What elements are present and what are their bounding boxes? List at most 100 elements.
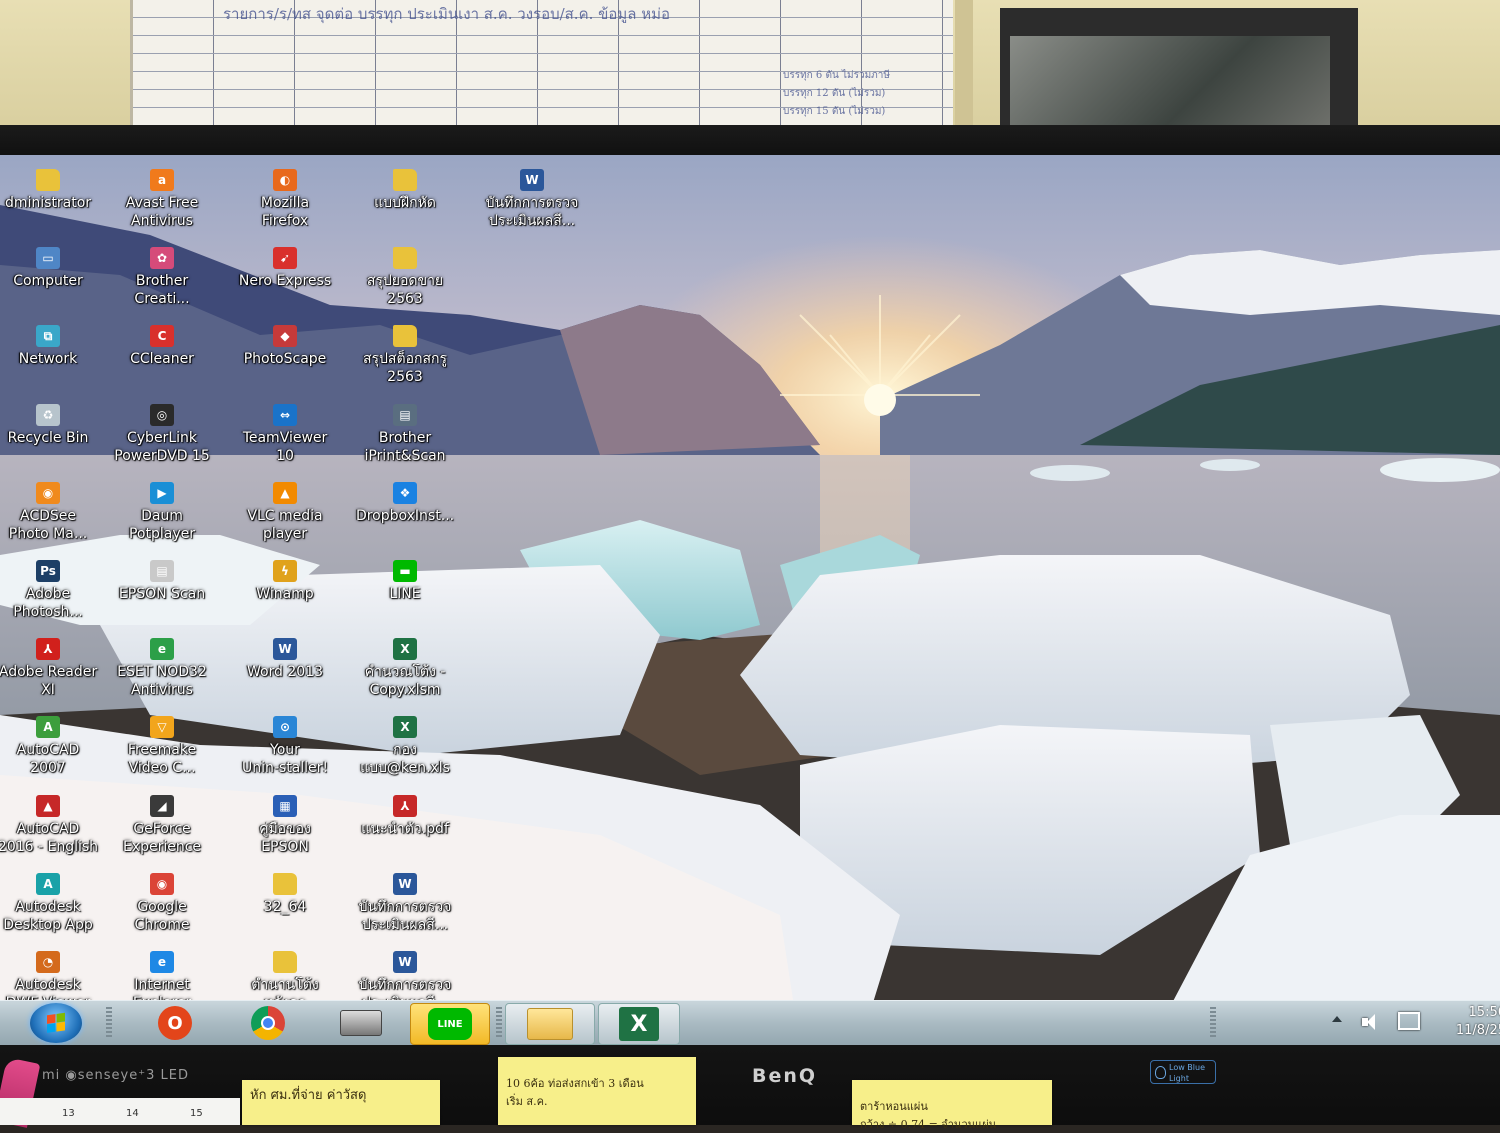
folder-sales-summary-icon: [393, 247, 417, 270]
eset-icon: e: [150, 638, 174, 661]
monitor-brand-logo: BenQ: [752, 1065, 818, 1087]
desktop-shortcut[interactable]: ▶ Daum Potplayer: [102, 481, 222, 543]
desktop-shortcut-label: ACDSee Photo Ma...: [8, 507, 88, 542]
firefox-icon: ◐: [273, 169, 297, 191]
desktop-shortcut[interactable]: ⅄ แนะนำตัว.pdf: [345, 794, 465, 838]
desktop-shortcut[interactable]: ♻ Recycle Bin: [0, 403, 108, 447]
system-clock[interactable]: 15:56 11/8/25: [1436, 1004, 1500, 1040]
desktop-shortcut[interactable]: ✿ Brother Creati...: [102, 247, 222, 308]
start-button[interactable]: [30, 1003, 82, 1043]
folder-screw-stock-icon: [393, 325, 417, 348]
word-icon: W: [273, 638, 297, 661]
whiteboard-header: รายการ/ร/ทส จุดต่อ บรรทุก ประเมินเงา ส.ค…: [223, 5, 671, 23]
desktop-shortcut[interactable]: ◎ CyberLink PowerDVD 15: [102, 403, 222, 465]
desktop-shortcut-label: CCleaner: [130, 351, 194, 368]
taskbar-grip-right[interactable]: [1210, 1007, 1216, 1039]
desktop-shortcut[interactable]: ▬ LINE: [345, 560, 465, 603]
desktop-shortcut-label: Google Chrome: [134, 898, 190, 933]
acdsee-icon: ◉: [36, 481, 60, 504]
taskbar-grip-middle[interactable]: [496, 1007, 502, 1039]
desktop-shortcut[interactable]: ▲ VLC media player: [225, 481, 345, 543]
desktop-shortcut[interactable]: e ESET NOD32 Antivirus: [102, 638, 222, 699]
desktop-shortcut[interactable]: ⅄ Adobe Reader XI: [0, 638, 108, 699]
line-taskbar-icon: LINE: [428, 1008, 472, 1040]
desktop-shortcut-label: GeForce Experience: [122, 820, 202, 855]
desktop-shortcut-label: Brother Creati...: [134, 273, 190, 308]
desk-calendar: 13 14 15: [0, 1098, 240, 1125]
taskbar-line-button[interactable]: LINE: [410, 1003, 490, 1045]
desktop-shortcut-label: DropboxInst...: [355, 507, 455, 524]
desktop-shortcut[interactable]: ◉ ACDSee Photo Ma...: [0, 481, 108, 543]
desktop-screen: dministrator ▭ Computer ⧉ Network ♻ Recycle Bi…: [0, 155, 1500, 1045]
desktop-shortcut[interactable]: ⇔ TeamViewer 10: [225, 403, 345, 465]
desktop-shortcut[interactable]: X กอง แบบ@ken.xls: [345, 716, 465, 777]
calendar-day: 13: [62, 1108, 75, 1119]
desktop-shortcut-label: Adobe Photosh...: [13, 586, 83, 620]
desktop-shortcut[interactable]: X คำนวณโต้ง - Copy.xlsm: [345, 638, 465, 699]
action-center-icon[interactable]: [1398, 1012, 1420, 1030]
taskbar-chrome-button[interactable]: [240, 1003, 296, 1043]
excel-ken-file-icon: X: [393, 716, 417, 739]
calendar-day: 14: [126, 1108, 139, 1119]
desktop-shortcut[interactable]: W Word 2013: [225, 638, 345, 681]
show-hidden-icons-chevron-icon[interactable]: [1332, 1016, 1342, 1022]
desktop-shortcut[interactable]: ▲ AutoCAD 2016 - English: [0, 794, 108, 856]
desktop-shortcut[interactable]: สรุปสต็อกสกรู 2563: [345, 325, 465, 386]
desktop-shortcut-label: คู่มือของ EPSON: [259, 820, 311, 855]
chrome-taskbar-icon: [251, 1006, 285, 1040]
taskbar-excel-button[interactable]: X: [598, 1003, 680, 1045]
desktop-shortcut[interactable]: ϟ Winamp: [225, 560, 345, 603]
desktop-shortcut[interactable]: W บันทึกการตรวจ ประเมินผลสี...: [472, 169, 592, 230]
word-file-3-icon: W: [393, 951, 417, 973]
brother-iprint-icon: ▤: [393, 403, 417, 426]
desktop-shortcut[interactable]: A Autodesk Desktop App: [0, 872, 108, 934]
desktop-shortcut[interactable]: ▦ คู่มือของ EPSON: [225, 794, 345, 856]
desktop-shortcut[interactable]: ⊙ Your Unin-staller!: [225, 716, 345, 777]
desktop-shortcut[interactable]: สรุปยอดขาย 2563: [345, 247, 465, 308]
desktop-shortcut[interactable]: C CCleaner: [102, 325, 222, 368]
autodesk-dwf-viewer-icon: ◔: [36, 951, 60, 973]
desktop-shortcut[interactable]: ▤ EPSON Scan: [102, 560, 222, 603]
desktop-shortcut[interactable]: ◢ GeForce Experience: [102, 794, 222, 856]
desktop-shortcut[interactable]: W บันทึกการตรวจ ประเมินผลสี...: [345, 872, 465, 934]
desktop-shortcut[interactable]: ➹ Nero Express: [225, 247, 345, 290]
desktop-shortcut[interactable]: ⧉ Network: [0, 325, 108, 368]
photoscape-icon: ◆: [273, 325, 297, 348]
desktop-shortcut-label: บันทึกการตรวจ ประเมินผลสี...: [358, 898, 452, 933]
desktop-shortcut[interactable]: ◉ Google Chrome: [102, 872, 222, 934]
freemake-icon: ▽: [150, 716, 174, 739]
taskbar-grip-left[interactable]: [106, 1007, 112, 1039]
desktop-shortcut[interactable]: ▤ Brother iPrint&Scan: [345, 403, 465, 465]
desktop-shortcut-label: Recycle Bin: [7, 429, 89, 446]
sticky-note-1: หัก ศม.ที่จ่าย ค่าวัสดุ: [242, 1080, 440, 1125]
clock-time: 15:56: [1468, 1005, 1500, 1020]
excel-copy-file-icon: X: [393, 638, 417, 661]
desktop-shortcut[interactable]: 32_64: [225, 872, 345, 916]
geforce-icon: ◢: [150, 794, 174, 817]
word-file-1-icon: W: [520, 169, 544, 191]
network-icon: ⧉: [36, 325, 60, 348]
desktop-shortcut[interactable]: ◆ PhotoScape: [225, 325, 345, 368]
desktop-shortcut[interactable]: ▽ Freemake Video C...: [102, 716, 222, 777]
desktop-shortcut-label: TeamViewer 10: [242, 429, 328, 464]
window-glass: [1010, 36, 1330, 125]
taskbar-office-button[interactable]: O: [148, 1003, 202, 1043]
adobe-reader-icon: ⅄: [36, 638, 60, 661]
desktop-shortcut[interactable]: ▭ Computer: [0, 247, 108, 290]
epson-scan-icon: ▤: [150, 560, 174, 582]
desktop-shortcut[interactable]: dministrator: [0, 169, 108, 212]
volume-icon[interactable]: [1360, 1012, 1384, 1032]
low-blue-light-button[interactable]: Low Blue Light: [1150, 1060, 1216, 1084]
desktop-shortcut[interactable]: ❖ DropboxInst...: [345, 481, 465, 525]
desktop-shortcut[interactable]: ◐ Mozilla Firefox: [225, 169, 345, 230]
folder-32-64-icon: [273, 872, 297, 895]
photoshop-icon: Ps: [36, 560, 60, 582]
taskbar-scanner-button[interactable]: [332, 1003, 390, 1043]
desktop-shortcut[interactable]: A AutoCAD 2007: [0, 716, 108, 777]
potplayer-icon: ▶: [150, 481, 174, 504]
pdf-file-icon: ⅄: [393, 794, 417, 817]
taskbar-explorer-button[interactable]: [505, 1003, 595, 1045]
desktop-shortcut[interactable]: แบบฝึกหัด: [345, 169, 465, 212]
desktop-shortcut[interactable]: Ps Adobe Photosh...: [0, 560, 108, 621]
desktop-shortcut[interactable]: a Avast Free Antivirus: [102, 169, 222, 230]
